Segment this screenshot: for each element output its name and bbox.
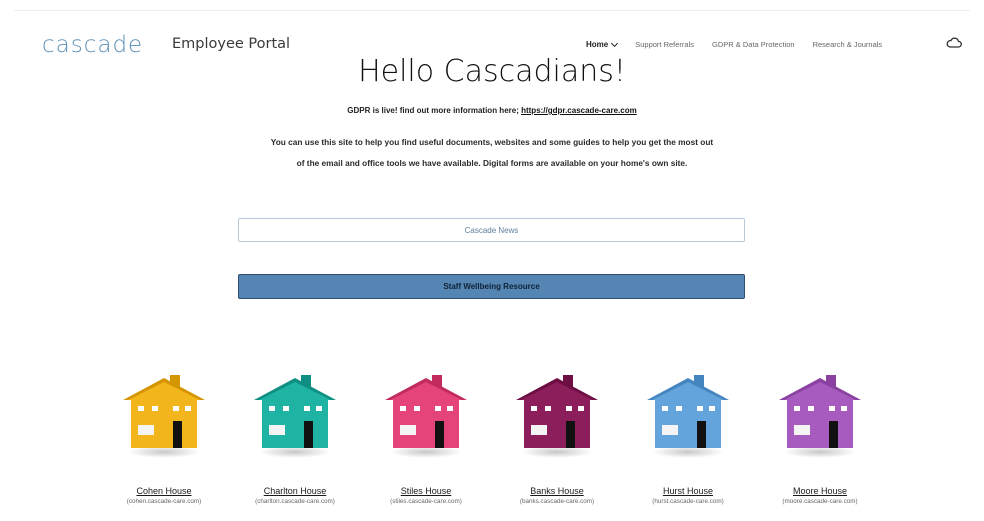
chevron-down-icon xyxy=(611,39,619,47)
gdpr-link[interactable]: https://gdpr.cascade-care.com xyxy=(521,106,637,115)
house-name-link[interactable]: Hurst House xyxy=(628,486,748,496)
nav-gdpr-data-protection[interactable]: GDPR & Data Protection xyxy=(712,40,795,49)
house-url: (moore.cascade-care.com) xyxy=(782,498,858,505)
house-icon[interactable] xyxy=(381,370,471,460)
cloud-icon[interactable] xyxy=(946,36,962,50)
house-url: (banks.cascade-care.com) xyxy=(519,498,595,505)
house-name-link[interactable]: Stiles House xyxy=(366,486,486,496)
intro-text: You can use this site to help you find u… xyxy=(270,137,714,168)
portal-title: Employee Portal xyxy=(172,36,291,52)
house-card[interactable]: Moore House (moore.cascade-care.com) xyxy=(760,370,880,505)
house-name-link[interactable]: Cohen House xyxy=(104,486,224,496)
nav-home[interactable]: Home xyxy=(586,39,619,49)
house-name-link[interactable]: Banks House xyxy=(497,486,617,496)
page-title: Hello Cascadians! xyxy=(358,54,626,89)
top-nav: Home Support Referrals GDPR & Data Prote… xyxy=(586,39,900,49)
house-icon[interactable] xyxy=(119,370,209,460)
house-icon[interactable] xyxy=(643,370,733,460)
house-url: (hurst.cascade-care.com) xyxy=(652,498,724,505)
house-url: (stiles.cascade-care.com) xyxy=(390,498,462,505)
staff-wellbeing-button[interactable]: Staff Wellbeing Resource xyxy=(238,274,745,299)
house-icon[interactable] xyxy=(250,370,340,460)
house-card[interactable]: Stiles House (stiles.cascade-care.com) xyxy=(366,370,486,505)
nav-home-label: Home xyxy=(586,40,609,49)
house-name-link[interactable]: Charlton House xyxy=(235,486,355,496)
house-name-link[interactable]: Moore House xyxy=(760,486,880,496)
house-card[interactable]: Hurst House (hurst.cascade-care.com) xyxy=(628,370,748,505)
house-card[interactable]: Banks House (banks.cascade-care.com) xyxy=(497,370,617,505)
gdpr-notice: GDPR is live! find out more information … xyxy=(0,106,984,115)
house-icon[interactable] xyxy=(775,370,865,460)
house-card[interactable]: Charlton House (charlton.cascade-care.com… xyxy=(235,370,355,505)
house-url: (charlton.cascade-care.com) xyxy=(255,498,335,505)
house-url: (cohen.cascade-care.com) xyxy=(126,498,202,505)
nav-research-journals[interactable]: Research & Journals xyxy=(813,40,883,49)
gdpr-text: GDPR is live! find out more information … xyxy=(347,106,522,115)
house-card[interactable]: Cohen House (cohen.cascade-care.com) xyxy=(104,370,224,505)
cascade-news-button[interactable]: Cascade News xyxy=(238,218,745,242)
nav-support-referrals[interactable]: Support Referrals xyxy=(635,40,694,49)
header-divider xyxy=(14,10,970,11)
house-icon[interactable] xyxy=(512,370,602,460)
